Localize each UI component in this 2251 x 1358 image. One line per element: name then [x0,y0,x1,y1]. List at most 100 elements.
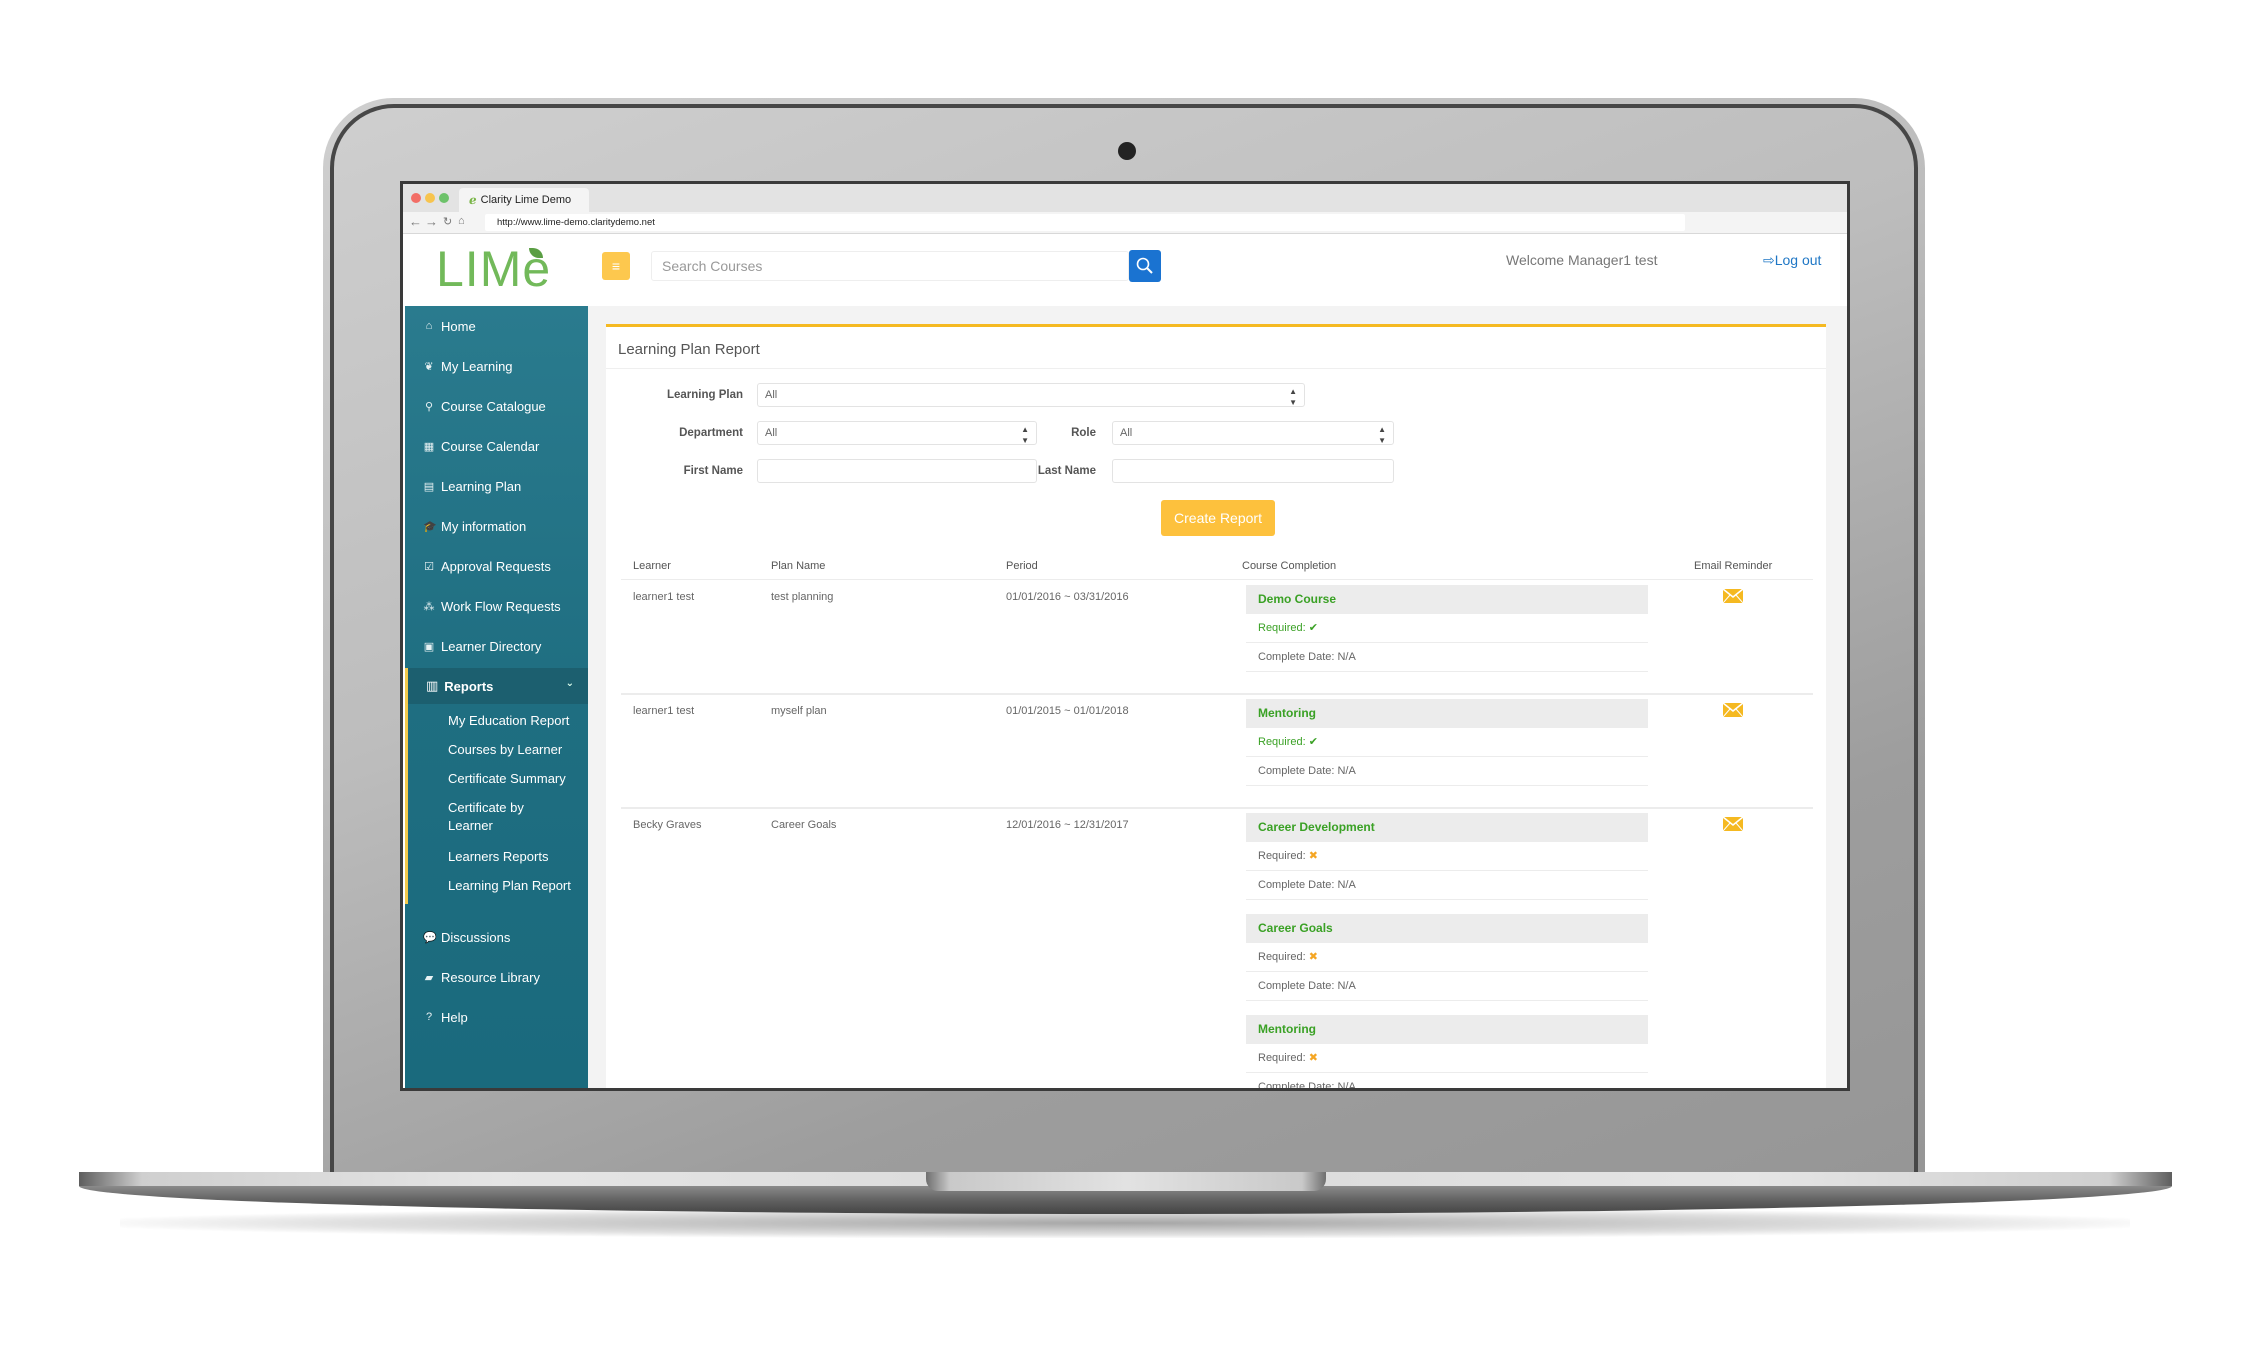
last-name-label: Last Name [1037,465,1096,477]
sidebar-item-learner-directory[interactable]: ▣ Learner Directory [405,626,588,666]
search-icon: ⚲ [424,400,434,413]
sidebar-item-label: My information [441,518,527,534]
forward-arrow-icon[interactable]: → [425,214,438,229]
sidebar-subitem-my-education-report[interactable]: My Education Report [448,712,583,730]
x-mark-icon: ✖ [1308,951,1318,963]
sidebar-item-resource-library[interactable]: ▰ Resource Library [405,957,588,997]
email-reminder-envelope-icon[interactable] [1723,817,1743,831]
course-required: Required: ✖ [1246,1044,1648,1073]
sidebar-item-label: Work Flow Requests [441,598,561,614]
home-icon[interactable]: ⌂ [458,215,465,227]
lime-logo[interactable]: LIMe [436,240,551,298]
sidebar-item-course-catalogue[interactable]: ⚲ Course Catalogue [405,386,588,426]
search-button[interactable] [1129,250,1161,282]
bar-chart-icon: ▥ [426,678,439,693]
learning-plan-label: Learning Plan [666,389,743,401]
sidebar-subitem-learners-reports[interactable]: Learners Reports [448,848,583,866]
report-panel: Learning Plan Report Learning Plan All ▲… [606,324,1826,1088]
role-value: All [1120,427,1133,439]
calendar-icon: ▦ [423,440,435,453]
minimize-window-button[interactable] [425,193,435,203]
course-name: Demo Course [1246,585,1648,614]
sidebar-subitem-learning-plan-report[interactable]: Learning Plan Report [448,877,583,895]
graduation-cap-icon: 🎓 [423,520,437,533]
period-cell: 12/01/2016 ~ 12/31/2017 [1006,819,1129,831]
sidebar-item-discussions[interactable]: 💬 Discussions [405,917,588,957]
url-field[interactable]: http://www.lime-demo.claritydemo.net [485,214,1685,231]
role-select[interactable]: All ▲ ▼ [1112,421,1394,445]
plan-name-cell: Career Goals [771,819,837,831]
course-complete-date: Complete Date: N/A [1246,972,1648,1001]
sidebar-item-label: Course Catalogue [441,398,546,414]
period-cell: 01/01/2015 ~ 01/01/2018 [1006,705,1129,717]
reload-icon[interactable]: ↻ [443,215,452,228]
email-reminder-envelope-icon[interactable] [1723,703,1743,717]
sidebar-item-approval-requests[interactable]: ☑ Approval Requests [405,546,588,586]
sidebar-item-my-information[interactable]: 🎓 My information [405,506,588,546]
search-courses-input[interactable]: Search Courses [651,251,1129,281]
sidebar-item-reports[interactable]: ▥ Reports ⌄ [408,668,588,704]
department-value: All [765,427,778,439]
required-label: Required: [1258,951,1306,963]
required-label: Required: [1258,1052,1306,1064]
plan-name-cell: test planning [771,591,834,603]
leaf-icon: ❦ [424,360,434,373]
browser-tab[interactable]: ℯ Clarity Lime Demo [459,188,589,212]
sidebar-subitem-certificate-summary[interactable]: Certificate Summary [448,770,583,788]
sidebar-item-label: Reports [444,678,494,694]
course-required: Required: ✖ [1246,943,1648,972]
magnifier-icon [1136,257,1153,274]
sidebar-subitem-courses-by-learner[interactable]: Courses by Learner [448,741,583,759]
browser-window: ℯ Clarity Lime Demo ← → ↻ ⌂ http://www.l… [403,184,1847,1088]
x-mark-icon: ✖ [1308,850,1318,862]
sidebar-item-home[interactable]: ⌂ Home [405,306,588,346]
laptop-opening-notch [926,1172,1326,1191]
sidebar-item-course-calendar[interactable]: ▦ Course Calendar [405,426,588,466]
maximize-window-button[interactable] [439,193,449,203]
close-window-button[interactable] [411,193,421,203]
course-name: Mentoring [1246,699,1648,728]
table-header-divider [621,579,1813,580]
sign-out-icon: ⇨ [1763,252,1775,268]
sidebar-item-my-learning[interactable]: ❦ My Learning [405,346,588,386]
sidebar-item-label: My Learning [441,358,513,374]
book-icon: ▰ [424,971,434,984]
sidebar-item-work-flow-requests[interactable]: ⁂ Work Flow Requests [405,586,588,626]
back-arrow-icon[interactable]: ← [409,214,422,229]
sidebar-item-label: Learner Directory [441,638,542,654]
column-header-learner: Learner [633,560,671,572]
plan-name-cell: myself plan [771,705,827,717]
sidebar-item-label: Discussions [441,929,511,945]
learning-plan-select[interactable]: All ▲ ▼ [757,383,1305,407]
last-name-input[interactable] [1112,459,1394,483]
page-title: Learning Plan Report [618,341,760,358]
browser-address-bar: ← → ↻ ⌂ http://www.lime-demo.claritydemo… [403,212,1847,234]
welcome-message: Welcome Manager1 test [1506,252,1658,268]
course-complete-date: Complete Date: N/A [1246,757,1648,786]
course-complete-date: Complete Date: N/A [1246,871,1648,900]
sitemap-icon: ⁂ [423,600,435,613]
email-reminder-envelope-icon[interactable] [1723,589,1743,603]
create-report-button[interactable]: Create Report [1161,500,1275,536]
learner-cell: learner1 test [633,705,695,717]
panel-header: Learning Plan Report [606,327,1826,369]
sidebar-item-label: Approval Requests [441,558,551,574]
home-icon: ⌂ [425,320,433,332]
row-divider [621,693,1813,695]
file-icon: ▤ [423,480,435,493]
checkmark-icon: ✔ [1308,622,1318,634]
logout-link[interactable]: ⇨Log out [1763,252,1821,269]
course-complete-date: Complete Date: N/A [1246,643,1648,672]
period-cell: 01/01/2016 ~ 03/31/2016 [1006,591,1129,603]
course-name: Career Development [1246,813,1648,842]
menu-toggle-button[interactable]: ≡ [602,252,630,280]
sidebar-item-learning-plan[interactable]: ▤ Learning Plan [405,466,588,506]
checkmark-icon: ✔ [1308,736,1318,748]
column-header-period: Period [1006,560,1038,572]
sidebar-item-help[interactable]: ? Help [405,997,588,1037]
course-name: Career Goals [1246,914,1648,943]
sidebar-reports-group: ▥ Reports ⌄ My Education Report Courses … [405,668,588,904]
sidebar-subitem-certificate-by-learner[interactable]: Certificate by Learner [448,799,538,835]
required-label: Required: [1258,736,1306,748]
sidebar-item-label: Help [441,1009,468,1025]
